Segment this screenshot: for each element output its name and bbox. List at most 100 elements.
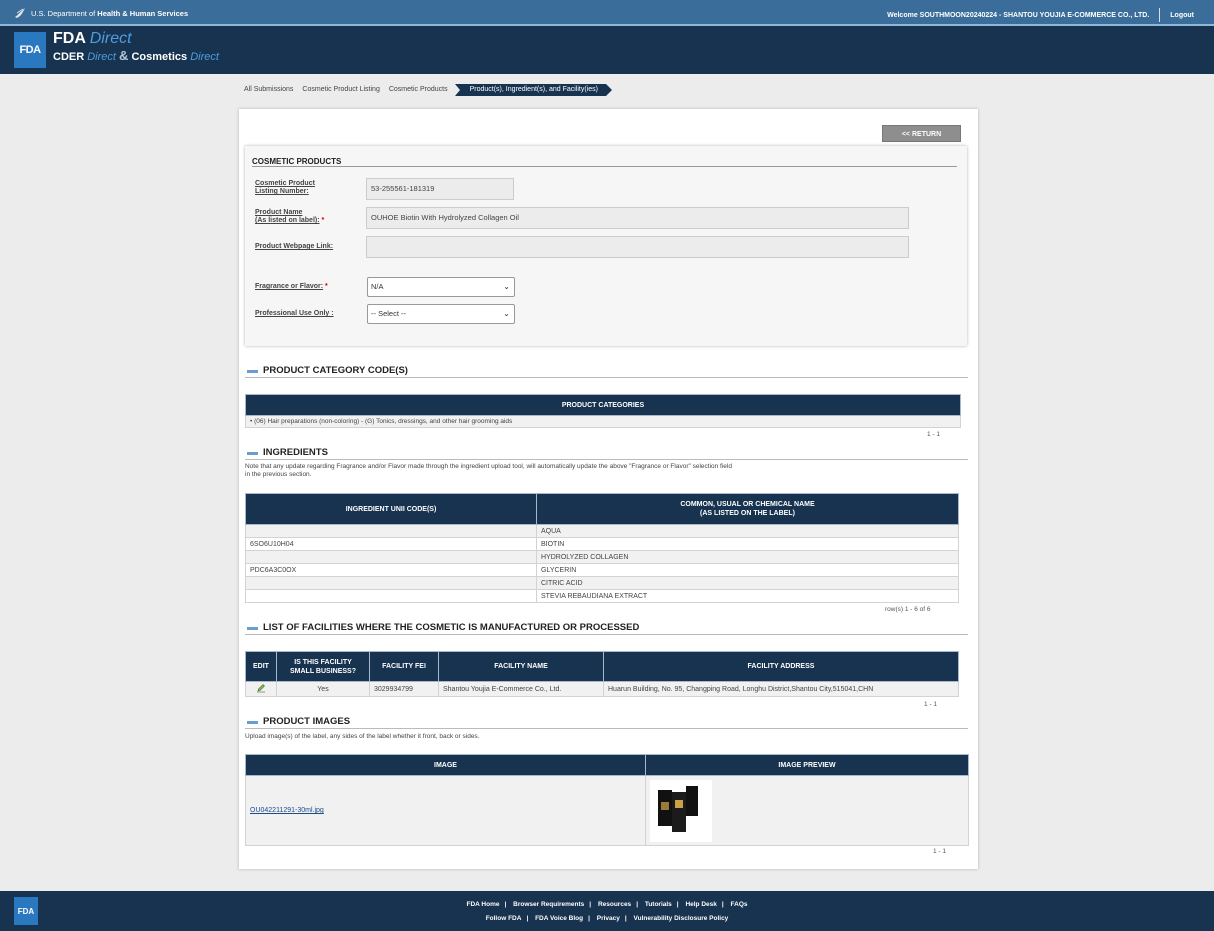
image-column-header: IMAGE [245,754,646,776]
facilities-section-header[interactable]: LIST OF FACILITIES WHERE THE COSMETIC IS… [245,622,968,634]
collapse-icon[interactable] [247,452,258,455]
product-image-thumbnail[interactable] [650,779,712,842]
footer-link-follow-fda[interactable]: Follow FDA [486,915,522,922]
footer-link-browser-requirements[interactable]: Browser Requirements [513,901,584,908]
footer-link-privacy[interactable]: Privacy [597,915,620,922]
breadcrumb-all-submissions[interactable]: All Submissions [241,84,299,96]
images-section-header[interactable]: PRODUCT IMAGES [245,716,968,728]
breadcrumb: All Submissions Cosmetic Product Listing… [241,84,613,96]
breadcrumb-cosmetic-product-listing[interactable]: Cosmetic Product Listing [299,84,385,96]
app-title: FDA Direct CDER Direct & Cosmetics Direc… [53,30,219,65]
hhs-prefix: U.S. Department of [31,8,98,18]
category-item: • (06) Hair preparations (non-coloring) … [245,415,961,428]
edit-pencil-icon[interactable] [256,683,266,693]
collapse-icon[interactable] [247,721,258,724]
name-column-header: COMMON, USUAL OR CHEMICAL NAME (AS LISTED… [536,493,959,525]
name-cell: CITRIC ACID [536,576,959,590]
image-preview-cell [645,775,969,846]
fda-logo[interactable]: FDA [14,32,46,68]
divider [245,634,968,635]
hhs-branding[interactable]: U.S. Department of Health & Human Servic… [14,7,188,19]
fei-cell: 3029934799 [369,681,439,697]
facility-address-cell: Huarun Building, No. 95, Changping Road,… [603,681,959,697]
edit-cell [245,681,277,697]
name-cell: STEVIA REBAUDIANA EXTRACT [536,589,959,603]
table-row: CITRIC ACID [245,576,959,590]
name-cell: BIOTIN [536,537,959,551]
logout-link[interactable]: Logout [1170,12,1194,19]
footer-links-row-1: FDA Home | Browser Requirements | Resource… [466,901,748,908]
ingredients-table: INGREDIENT UNII CODE(S) COMMON, USUAL OR… [245,493,959,603]
ingredients-note: Note that any update regarding Fragrance… [245,463,732,478]
professional-use-label: Professional Use Only : [255,310,334,317]
fei-column-header: FACILITY FEI [369,651,439,682]
divider [252,166,957,167]
title-amp: & [119,48,129,63]
title-cosmetics-direct: Direct [190,51,219,63]
unii-cell [245,550,537,564]
footer-link-fda-home[interactable]: FDA Home [467,901,500,908]
small-business-cell: Yes [276,681,370,697]
unii-cell [245,589,537,603]
welcome-text: Welcome SOUTHMOON20240224 - SHANTOU YOUJ… [887,11,1150,19]
footer-link-vulnerability-policy[interactable]: Vulnerability Disclosure Policy [634,915,729,922]
unii-cell [245,524,537,538]
facilities-pager: 1 - 1 [924,701,938,708]
footer-link-faqs[interactable]: FAQs [731,901,748,908]
collapse-icon[interactable] [247,627,258,630]
hhs-name: Health & Human Services [97,8,189,18]
footer-link-resources[interactable]: Resources [598,901,631,908]
webpage-link-field[interactable] [366,236,909,258]
title-cder: CDER [53,51,85,63]
product-name-label: Product Name (As listed on label): * [255,209,325,224]
fragrance-label: Fragrance or Flavor: * [255,283,328,290]
name-cell: HYDROLYZED COLLAGEN [536,550,959,564]
table-row: STEVIA REBAUDIANA EXTRACT [245,589,959,603]
unii-cell: PDC6A3C0OX [245,563,537,577]
collapse-icon[interactable] [247,370,258,373]
cosmetic-products-box: COSMETIC PRODUCTS Cosmetic Product Listin… [245,146,967,346]
facility-name-cell: Shantou Youjia E-Commerce Co., Ltd. [438,681,604,697]
app-header: FDA FDA Direct CDER Direct & Cosmetics D… [0,26,1214,74]
title-fda: FDA [53,30,86,47]
small-business-column-header: IS THIS FACILITY SMALL BUSINESS? [276,651,370,682]
category-column-header: PRODUCT CATEGORIES [245,394,961,416]
name-cell: GLYCERIN [536,563,959,577]
table-row: Yes 3029934799 Shantou Youjia E-Commerce… [245,681,959,697]
chevron-down-icon: ⌄ [503,309,510,318]
hhs-eagle-icon [15,8,25,18]
category-pager: 1 - 1 [927,431,941,438]
main-panel: << RETURN COSMETIC PRODUCTS Cosmetic Pro… [239,109,978,869]
name-cell: AQUA [536,524,959,538]
app-footer: FDA FDA Home | Browser Requirements | Reso… [0,891,1214,931]
images-table: IMAGE IMAGE PREVIEW OU042211291-30ml.jpg [245,754,969,846]
title-cder-direct: Direct [87,51,116,63]
image-preview-column-header: IMAGE PREVIEW [645,754,969,776]
return-button[interactable]: << RETURN [882,125,961,142]
footer-link-voice-blog[interactable]: FDA Voice Blog [535,915,583,922]
edit-column-header: EDIT [245,651,277,682]
category-section-header[interactable]: PRODUCT CATEGORY CODE(S) [245,365,968,377]
images-pager: 1 - 1 [933,848,947,855]
images-note: Upload image(s) of the label, any sides … [245,733,480,740]
breadcrumb-cosmetic-products[interactable]: Cosmetic Products [386,84,454,96]
webpage-link-label: Product Webpage Link: [255,243,334,250]
unii-cell [245,576,537,590]
table-row: OU042211291-30ml.jpg [245,775,969,846]
table-row: AQUA [245,524,959,538]
chevron-down-icon: ⌄ [503,282,510,291]
table-row: HYDROLYZED COLLAGEN [245,550,959,564]
divider [245,728,968,729]
ingredients-section-header[interactable]: INGREDIENTS [245,447,968,459]
facility-name-column-header: FACILITY NAME [438,651,604,682]
professional-use-select[interactable]: -- Select -- ⌄ [367,304,515,324]
listing-number-field[interactable]: 53-255561-181319 [366,178,514,200]
image-file-link[interactable]: OU042211291-30ml.jpg [250,807,324,814]
footer-link-tutorials[interactable]: Tutorials [645,901,672,908]
fragrance-select[interactable]: N/A ⌄ [367,277,515,297]
hhs-bar: U.S. Department of Health & Human Servic… [0,0,1214,26]
facility-address-column-header: FACILITY ADDRESS [603,651,959,682]
footer-link-help-desk[interactable]: Help Desk [685,901,716,908]
listing-number-label: Cosmetic Product Listing Number: [255,180,315,195]
product-name-field[interactable]: OUHOE Biotin With Hydrolyzed Collagen Oi… [366,207,909,229]
